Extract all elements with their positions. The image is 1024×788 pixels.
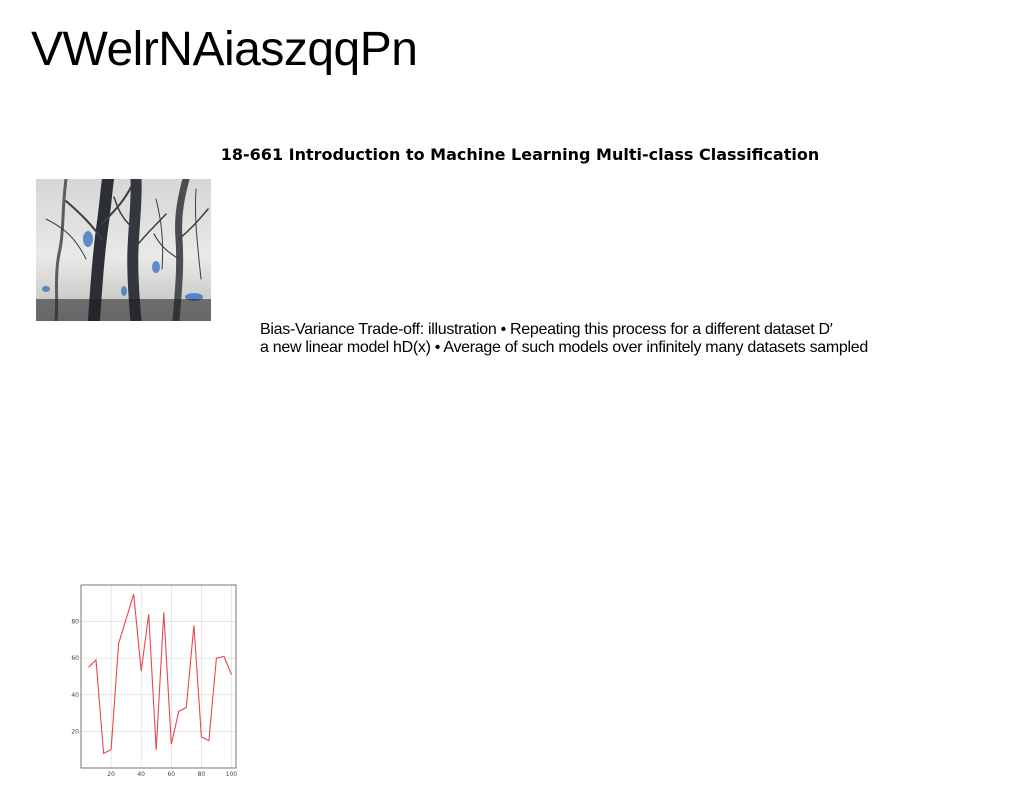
body-line-1: Bias-Variance Trade-off: illustration • … [260, 321, 833, 338]
chart-x-tick-label: 80 [198, 771, 206, 778]
forest-trees-photo [36, 179, 211, 321]
chart-x-tick-label: 20 [107, 771, 115, 778]
chart-series-line [88, 594, 233, 755]
chart-x-tick-label: 60 [167, 771, 175, 778]
chart-grid [81, 585, 236, 768]
body-line-2: a new linear model hD(x) • Average of su… [260, 339, 868, 356]
body-text: Bias-Variance Trade-off: illustration • … [260, 321, 960, 357]
line-chart: 20 40 60 80 20 40 60 80 100 [71, 584, 238, 778]
forest-photo-illustration [36, 179, 211, 321]
slide-heading: 18-661 Introduction to Machine Learning … [220, 145, 820, 164]
chart-plot-frame [80, 584, 237, 769]
chart-y-tick-label: 60 [71, 655, 79, 662]
chart-x-tick-label: 100 [226, 771, 238, 778]
chart-y-tick-label: 20 [71, 728, 79, 735]
page-title: VWelrNAiaszqqPn [31, 23, 418, 76]
chart-x-tick-label: 40 [137, 771, 145, 778]
chart-y-tick-label: 40 [71, 692, 79, 699]
chart-y-tick-label: 80 [71, 619, 79, 626]
